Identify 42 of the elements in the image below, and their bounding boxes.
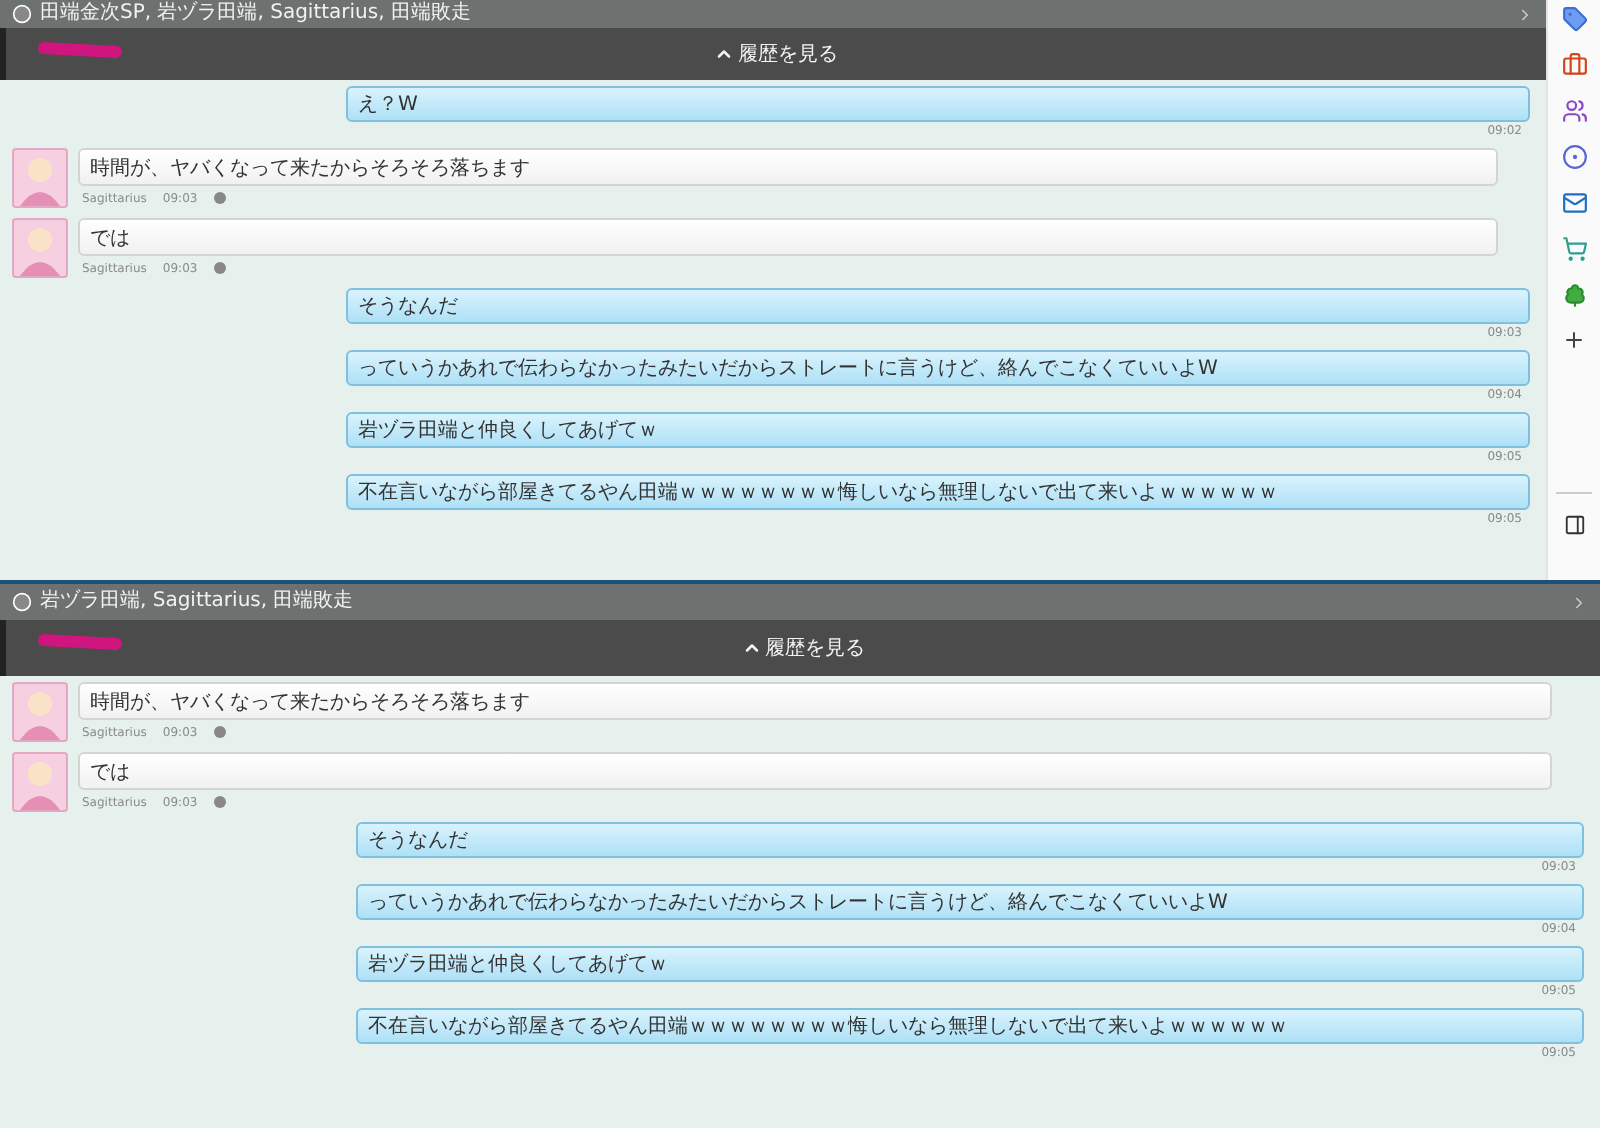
participant-names: 岩ヅラ田端, Sagittarius, 田端敗走 bbox=[40, 592, 356, 612]
info-icon[interactable] bbox=[213, 192, 226, 204]
tree-icon[interactable] bbox=[1561, 282, 1587, 308]
ring-icon[interactable] bbox=[1561, 144, 1587, 170]
chevron-right-icon[interactable] bbox=[1570, 593, 1588, 611]
avatar bbox=[12, 148, 68, 208]
sent-message: っていうかあれで伝わらなかったみたいだからストレートに言うけど、絡んでこなくていいよW bbox=[346, 350, 1530, 386]
sent-message: そうなんだ bbox=[346, 288, 1530, 324]
info-icon[interactable] bbox=[213, 726, 226, 738]
sent-message: 岩ヅラ田端と仲良くしてあげてｗ bbox=[346, 412, 1530, 448]
avatar bbox=[12, 218, 68, 278]
redaction-mark bbox=[37, 41, 123, 59]
user-icon bbox=[12, 592, 32, 612]
add-icon[interactable] bbox=[1562, 328, 1586, 352]
briefcase-icon[interactable] bbox=[1561, 52, 1587, 78]
received-message: 時間が、ヤバくなって来たからそろそろ落ちます bbox=[78, 682, 1552, 720]
redaction-mark bbox=[37, 633, 123, 651]
sent-message: 岩ヅラ田端と仲良くしてあげてｗ bbox=[356, 946, 1584, 982]
caret-icon bbox=[714, 44, 734, 64]
caret-icon bbox=[741, 638, 761, 658]
history-button[interactable]: 履歴を見る bbox=[733, 630, 873, 666]
history-button[interactable]: 履歴を見る bbox=[706, 36, 846, 72]
tag-icon[interactable] bbox=[1561, 6, 1587, 32]
avatar bbox=[12, 752, 68, 812]
info-icon[interactable] bbox=[213, 262, 226, 274]
received-message: 時間が、ヤバくなって来たからそろそろ落ちます bbox=[78, 148, 1498, 186]
sent-message: え？W bbox=[346, 86, 1530, 122]
info-icon[interactable] bbox=[213, 796, 226, 808]
panel-icon[interactable] bbox=[1563, 514, 1585, 536]
mail-icon[interactable] bbox=[1561, 190, 1587, 216]
user-icon bbox=[12, 4, 32, 24]
received-message: では bbox=[78, 752, 1552, 790]
sent-message: 不在言いながら部屋きてるやん田端ｗｗｗｗｗｗｗｗ悔しいなら無理しないで出て来いよｗｗｗｗｗｗ bbox=[356, 1008, 1584, 1044]
received-message: では bbox=[78, 218, 1498, 256]
sent-message: 不在言いながら部屋きてるやん田端ｗｗｗｗｗｗｗｗ悔しいなら無理しないで出て来いよｗｗｗｗｗｗ bbox=[346, 474, 1530, 510]
sent-message: っていうかあれで伝わらなかったみたいだからストレートに言うけど、絡んでこなくていいよW bbox=[356, 884, 1584, 920]
chevron-right-icon[interactable] bbox=[1516, 5, 1534, 23]
people-icon[interactable] bbox=[1561, 98, 1587, 124]
cart-icon[interactable] bbox=[1561, 236, 1587, 262]
sent-message: そうなんだ bbox=[356, 822, 1584, 858]
participant-names: 田端金次SP, 岩ヅラ田端, Sagittarius, 田端敗走 bbox=[40, 4, 473, 24]
avatar bbox=[12, 682, 68, 742]
